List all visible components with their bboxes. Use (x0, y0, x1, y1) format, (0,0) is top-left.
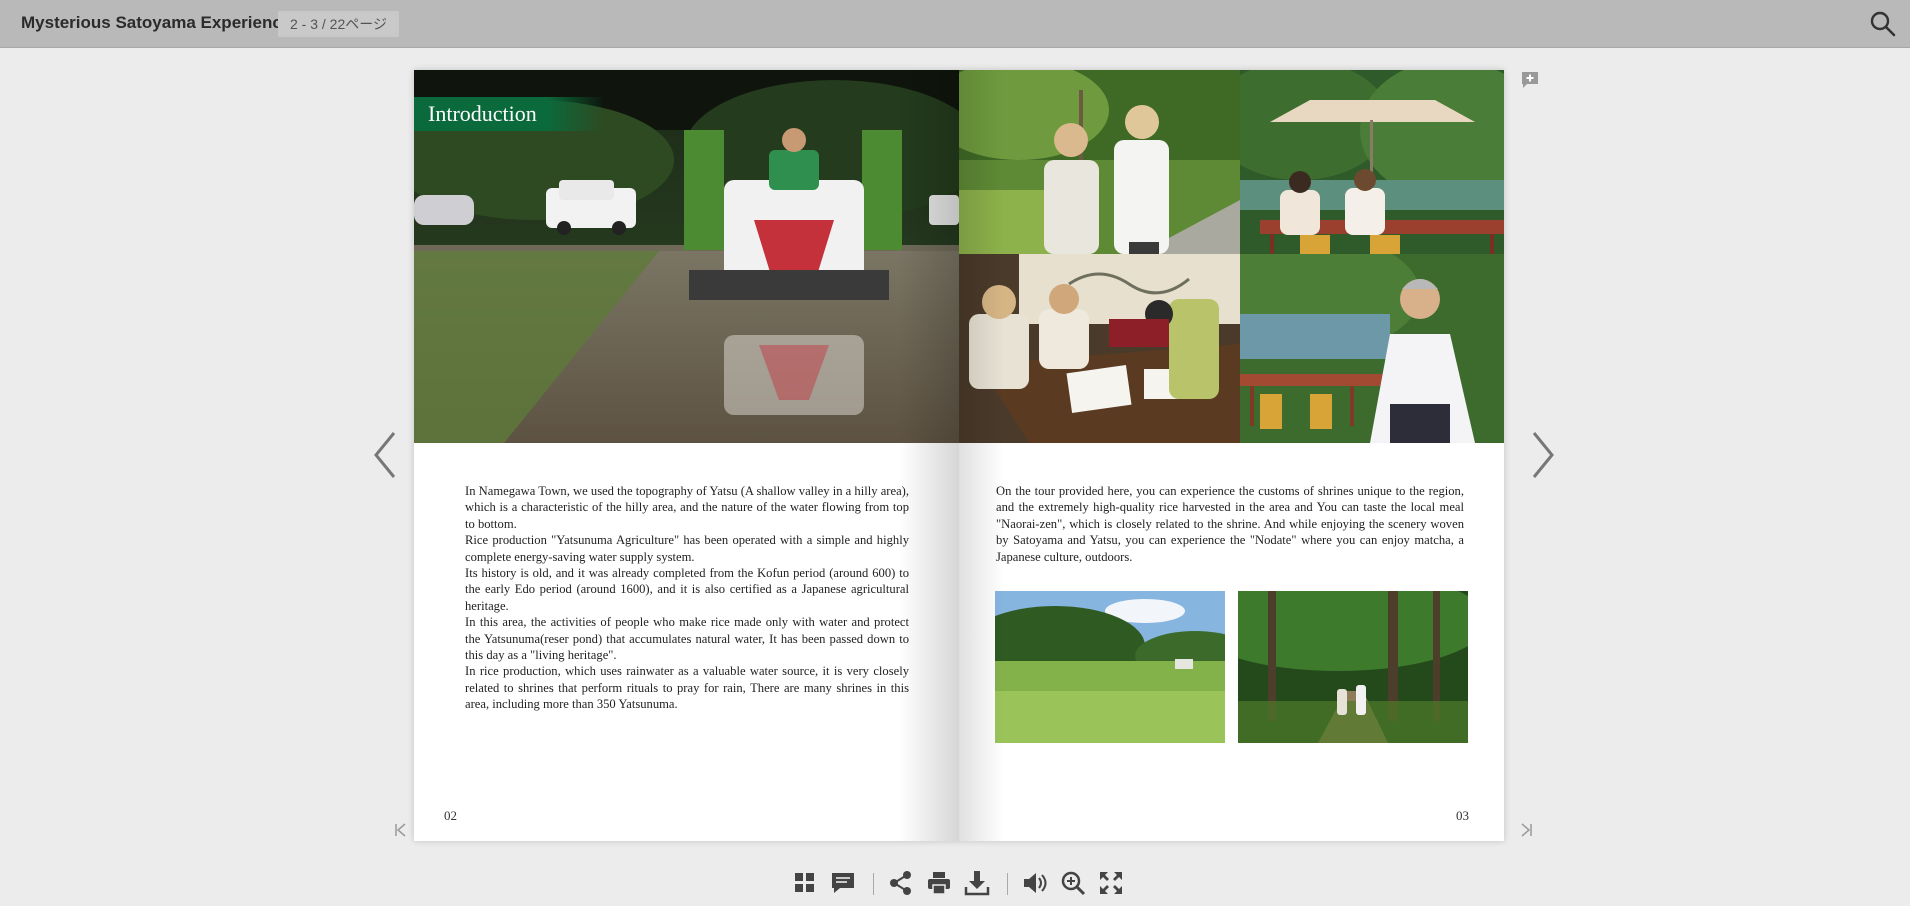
left-page[interactable]: Introduction In Namegawa Town, we used t… (414, 70, 959, 841)
book-spread: Introduction In Namegawa Town, we used t… (414, 70, 1504, 841)
download-icon[interactable] (962, 868, 992, 898)
add-note-icon[interactable] (1521, 71, 1539, 89)
page-number-right: 03 (1456, 808, 1469, 823)
zoom-in-icon[interactable] (1058, 868, 1088, 898)
print-icon[interactable] (924, 868, 954, 898)
last-page-icon[interactable] (1518, 822, 1534, 838)
rice-planting-photo: Introduction (414, 70, 959, 443)
toolbar-divider (873, 873, 874, 895)
paragraph: In Namegawa Town, we used the topography… (465, 484, 909, 531)
search-icon[interactable] (1868, 9, 1898, 39)
paragraph: Its history is old, and it was already c… (465, 566, 909, 613)
section-label: Introduction (414, 97, 604, 131)
paragraph: In this area, the activities of people w… (465, 615, 909, 663)
previous-page-button[interactable] (366, 425, 406, 485)
page-indicator[interactable]: 2 - 3 / 22ページ (278, 11, 399, 37)
paragraph: Rice production "Yatsunuma Agriculture" … (465, 533, 909, 564)
toolbar-divider (1007, 873, 1008, 895)
left-page-body: In Namegawa Town, we used the topography… (465, 483, 909, 713)
fullscreen-icon[interactable] (1096, 868, 1126, 898)
visitors-reading-photo (959, 70, 1240, 254)
comment-icon[interactable] (828, 868, 858, 898)
right-page[interactable]: On the tour provided here, you can exper… (959, 70, 1504, 841)
calligraphy-photo (959, 254, 1240, 443)
riverside-cafe-photo (1240, 70, 1504, 254)
paragraph: In rice production, which uses rainwater… (465, 664, 909, 712)
thumbnails-icon[interactable] (790, 868, 820, 898)
shrine-priest-photo (1240, 254, 1504, 443)
rice-field-photo (995, 591, 1225, 743)
forest-path-photo (1238, 591, 1468, 743)
page-number-left: 02 (444, 808, 457, 823)
right-page-body: On the tour provided here, you can exper… (996, 484, 1464, 564)
next-page-button[interactable] (1522, 425, 1562, 485)
sound-icon[interactable] (1020, 868, 1050, 898)
share-icon[interactable] (886, 868, 916, 898)
first-page-icon[interactable] (393, 822, 409, 838)
document-title: Mysterious Satoyama Experience (21, 13, 292, 32)
top-bar: Mysterious Satoyama Experience 2 - 3 / 2… (0, 0, 1910, 48)
